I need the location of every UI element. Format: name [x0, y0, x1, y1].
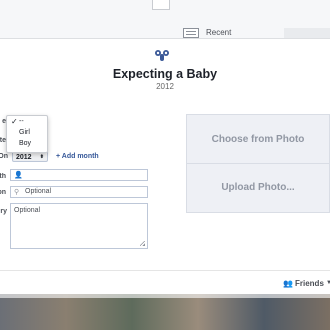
- checkmark-icon: ✓: [11, 117, 18, 126]
- map-pin-icon: ⚲: [14, 189, 20, 196]
- add-month-link[interactable]: + Add month: [56, 153, 99, 160]
- when-row-label: On: [0, 153, 8, 160]
- bottom-strip-fade: [0, 294, 330, 298]
- tab-notch: [152, 0, 170, 10]
- story-textarea[interactable]: Optional: [10, 203, 148, 249]
- upload-photo-button[interactable]: Upload Photo...: [186, 163, 330, 213]
- story-row-label: ry: [0, 208, 7, 215]
- gender-dropdown[interactable]: ✓ -- Girl Boy: [6, 115, 48, 153]
- recent-label[interactable]: Recent: [206, 28, 231, 37]
- gender-option-girl[interactable]: Girl: [7, 128, 47, 138]
- friends-icon: 👥: [283, 279, 293, 288]
- recent-list-icon[interactable]: [183, 28, 199, 38]
- footer-divider: [0, 270, 330, 271]
- background-photo-strip: [0, 294, 330, 330]
- choose-from-photos-button[interactable]: Choose from Photo: [186, 114, 330, 164]
- person-tag-icon: 👤: [14, 172, 23, 179]
- location-field[interactable]: ⚲ Optional: [10, 186, 148, 198]
- location-placeholder: Optional: [25, 188, 52, 195]
- location-row-label: on: [0, 189, 6, 196]
- with-field[interactable]: 👤: [10, 169, 148, 181]
- event-year: 2012: [156, 82, 174, 91]
- top-bar: Recent: [0, 0, 330, 39]
- event-title: Expecting a Baby: [112, 67, 218, 81]
- top-bar-right-shade: [284, 28, 330, 38]
- resize-grip-icon[interactable]: [140, 241, 145, 246]
- with-row-label: th: [0, 173, 6, 180]
- audience-selector[interactable]: Friends: [295, 279, 324, 288]
- gender-option-boy[interactable]: Boy: [7, 139, 47, 149]
- chevron-down-icon[interactable]: ▼: [326, 280, 330, 286]
- story-placeholder: Optional: [14, 207, 41, 214]
- gender-option-none[interactable]: ✓ --: [7, 117, 47, 127]
- select-arrows-icon: ⬍: [39, 154, 44, 160]
- baby-pacifier-icon: [155, 50, 169, 61]
